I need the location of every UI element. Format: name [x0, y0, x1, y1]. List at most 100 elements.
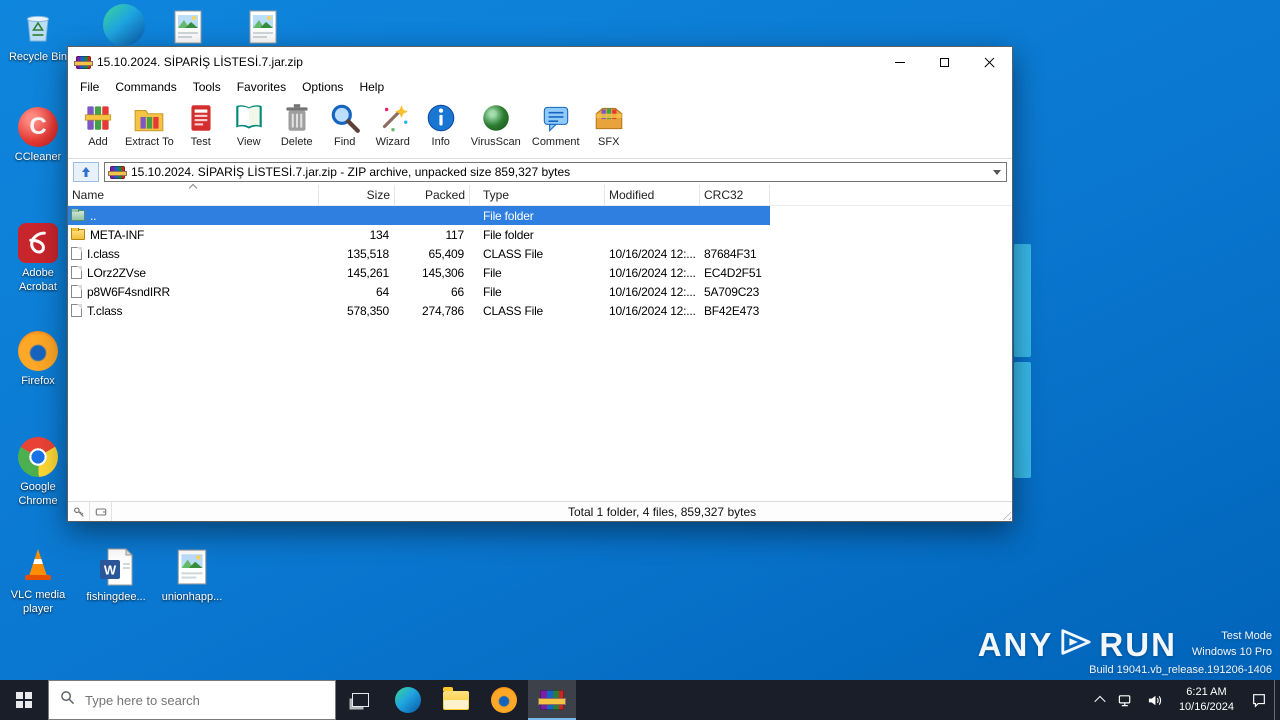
start-button[interactable]	[0, 680, 48, 720]
desktop-icon-adobe-acrobat[interactable]: Adobe Acrobat	[2, 222, 74, 295]
desktop-icon-firefox[interactable]: Firefox	[2, 330, 74, 389]
table-row[interactable]: p8W6F4sndIRR 64 66 File 10/16/2024 12:..…	[68, 282, 1012, 301]
desktop-icon-fishingdee-doc[interactable]: W fishingdee...	[84, 546, 148, 605]
desktop-icon-google-chrome[interactable]: Google Chrome	[2, 436, 74, 509]
desktop-icon-label: CCleaner	[14, 151, 62, 163]
desktop-icon-edge[interactable]	[88, 4, 160, 46]
toolbar-test-button[interactable]: Test	[177, 101, 225, 148]
clock-date: 10/16/2024	[1178, 701, 1234, 713]
up-one-level-button[interactable]	[73, 162, 99, 182]
acrobat-icon	[17, 222, 59, 264]
image-file-icon	[171, 546, 213, 588]
comment-icon	[539, 101, 573, 135]
column-header-type[interactable]: Type	[470, 185, 605, 205]
chevron-down-icon[interactable]	[993, 169, 1001, 175]
windows-logo-icon	[16, 692, 32, 708]
file-name: p8W6F4sndIRR	[87, 284, 170, 299]
table-row[interactable]: META-INF 134 117 File folder	[68, 225, 1012, 244]
resize-grip[interactable]	[999, 508, 1011, 520]
wallpaper-beam	[1014, 362, 1031, 478]
minimize-button[interactable]	[877, 47, 922, 77]
virusscan-icon	[479, 101, 513, 135]
watermark-test-mode: Test Mode	[1221, 629, 1272, 642]
toolbar-delete-button[interactable]: Delete	[273, 101, 321, 148]
menu-file[interactable]: File	[72, 79, 107, 95]
file-name: I.class	[87, 246, 120, 261]
column-header-name[interactable]: Name	[68, 183, 319, 205]
table-row[interactable]: I.class 135,518 65,409 CLASS File 10/16/…	[68, 244, 1012, 263]
toolbar-extract-button[interactable]: Extract To	[122, 101, 177, 148]
table-row[interactable]: LOrz2ZVse 145,261 145,306 File 10/16/202…	[68, 263, 1012, 282]
desktop-icon-label: fishingdee...	[86, 591, 146, 603]
taskbar-edge-button[interactable]	[384, 680, 432, 720]
key-icon	[68, 502, 90, 521]
menu-commands[interactable]: Commands	[107, 79, 184, 95]
column-header-size[interactable]: Size	[319, 185, 395, 205]
taskbar-search[interactable]	[48, 680, 336, 720]
desktop-icon-image-2[interactable]	[243, 6, 283, 48]
ccleaner-icon	[17, 106, 59, 148]
toolbar-virusscan-button[interactable]: VirusScan	[465, 101, 527, 148]
table-row[interactable]: .. File folder	[68, 206, 1012, 225]
column-header-crc32[interactable]: CRC32	[700, 185, 770, 205]
desktop-icon-recycle-bin[interactable]: Recycle Bin	[2, 6, 74, 65]
desktop-icon-label: Google Chrome	[18, 481, 58, 507]
menu-favorites[interactable]: Favorites	[229, 79, 294, 95]
recycle-bin-icon	[17, 6, 59, 48]
column-header-packed[interactable]: Packed	[395, 185, 470, 205]
desktop-icon-unionhapp-image[interactable]: unionhapp...	[160, 546, 224, 605]
menu-help[interactable]: Help	[351, 79, 392, 95]
file-name: ..	[90, 208, 97, 223]
file-icon	[71, 285, 82, 298]
image-file-icon	[167, 6, 209, 48]
title-bar[interactable]: 15.10.2024. SİPARİŞ LİSTESİ.7.jar.zip	[68, 47, 1012, 77]
info-icon	[424, 101, 458, 135]
file-icon	[71, 266, 82, 279]
anyrun-logo-any: ANY	[977, 626, 1054, 663]
column-header-modified[interactable]: Modified	[605, 185, 700, 205]
table-row[interactable]: T.class 578,350 274,786 CLASS File 10/16…	[68, 301, 1012, 320]
firefox-icon	[17, 330, 59, 372]
sfx-icon	[592, 101, 626, 135]
toolbar-add-button[interactable]: Add	[74, 101, 122, 148]
toolbar-sfx-button[interactable]: SFX	[585, 101, 633, 148]
archive-path-combobox[interactable]: 15.10.2024. SİPARİŞ LİSTESİ.7.jar.zip - …	[104, 162, 1007, 182]
desktop-icon-vlc[interactable]: VLC media player	[2, 544, 74, 617]
desktop-icon-ccleaner[interactable]: CCleaner	[2, 106, 74, 165]
archive-icon	[108, 165, 127, 179]
taskbar-explorer-button[interactable]	[432, 680, 480, 720]
close-button[interactable]	[967, 47, 1012, 77]
task-view-button[interactable]	[336, 680, 384, 720]
tray-volume-icon[interactable]	[1140, 680, 1169, 720]
toolbar-find-button[interactable]: Find	[321, 101, 369, 148]
toolbar-comment-button[interactable]: Comment	[527, 101, 585, 148]
watermark-build: Build 19041.vb_release.191206-1406	[1089, 664, 1272, 676]
maximize-button[interactable]	[922, 47, 967, 77]
folder-up-icon	[71, 208, 85, 221]
search-input[interactable]	[85, 692, 324, 708]
toolbar-wizard-button[interactable]: Wizard	[369, 101, 417, 148]
desktop-icon-image-1[interactable]	[168, 6, 208, 48]
desktop-icon-label: Recycle Bin	[8, 51, 68, 63]
desktop-icon-label: unionhapp...	[161, 591, 223, 603]
taskbar: 6:21 AM 10/16/2024	[0, 680, 1280, 720]
file-icon	[71, 247, 82, 260]
view-icon	[232, 101, 266, 135]
taskbar-winrar-button[interactable]	[528, 680, 576, 720]
taskbar-clock[interactable]: 6:21 AM 10/16/2024	[1169, 680, 1244, 720]
menu-options[interactable]: Options	[294, 79, 351, 95]
desktop: Recycle Bin C CCleaner Adobe Acrobat Fir…	[0, 0, 1280, 720]
tray-chevron-up-icon[interactable]	[1089, 680, 1111, 720]
desktop-icon-label: Adobe Acrobat	[19, 267, 57, 293]
disk-icon	[90, 502, 112, 521]
menu-tools[interactable]: Tools	[185, 79, 229, 95]
tray-network-icon[interactable]	[1111, 680, 1140, 720]
toolbar-info-button[interactable]: Info	[417, 101, 465, 148]
winrar-app-icon	[74, 55, 93, 69]
taskbar-firefox-button[interactable]	[480, 680, 528, 720]
column-headers: Name Size Packed Type Modified CRC32	[68, 183, 1012, 206]
toolbar-view-button[interactable]: View	[225, 101, 273, 148]
show-desktop-button[interactable]	[1274, 680, 1280, 720]
winrar-window: 15.10.2024. SİPARİŞ LİSTESİ.7.jar.zip Fi…	[67, 46, 1013, 522]
notification-center-icon[interactable]	[1244, 680, 1274, 720]
